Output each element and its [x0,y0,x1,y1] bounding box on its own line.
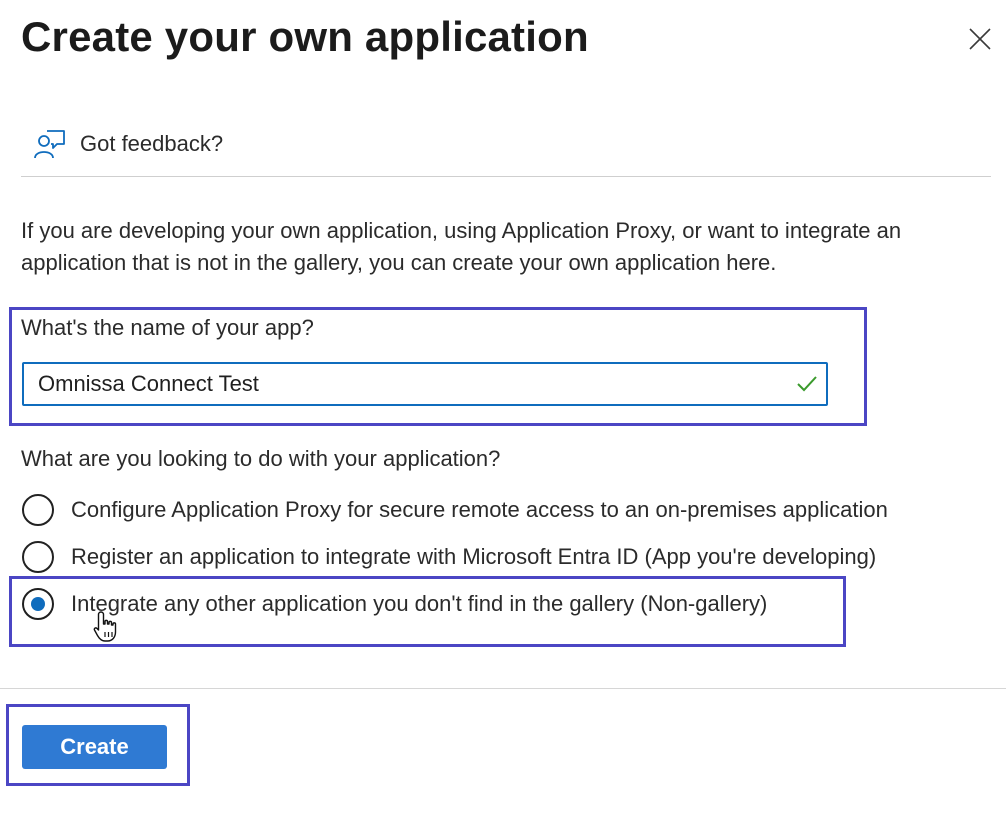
radio-option-register-app[interactable]: Register an application to integrate wit… [22,539,876,575]
radio-option-label: Register an application to integrate wit… [71,544,877,569]
radio-option-label: Configure Application Proxy for secure r… [71,497,888,522]
footer-divider [0,688,1006,689]
close-icon [969,28,991,50]
hand-pointer-cursor-icon [93,611,117,642]
app-name-label: What's the name of your app? [21,315,314,340]
radio-button[interactable] [22,494,54,526]
radio-button[interactable] [22,541,54,573]
feedback-label: Got feedback? [80,131,224,156]
radio-option-app-proxy[interactable]: Configure Application Proxy for secure r… [22,492,888,528]
create-app-dialog: Create your own application Got feedback… [0,0,1006,819]
app-name-field[interactable] [22,362,828,406]
purpose-question: What are you looking to do with your app… [21,446,501,471]
radio-option-label: Integrate any other application you don'… [71,591,768,616]
dialog-description: If you are developing your own applicati… [21,218,902,275]
app-name-input[interactable] [24,364,784,404]
radio-option-non-gallery[interactable]: Integrate any other application you don'… [22,586,767,622]
feedback-person-icon [34,130,65,159]
feedback-link[interactable]: Got feedback? [33,124,223,164]
checkmark-icon [797,376,817,392]
dialog-title: Create your own application [21,13,589,60]
create-button[interactable]: Create [22,725,167,769]
radio-button-selected[interactable] [22,588,54,620]
header-divider [21,176,991,177]
close-button[interactable] [963,22,997,56]
